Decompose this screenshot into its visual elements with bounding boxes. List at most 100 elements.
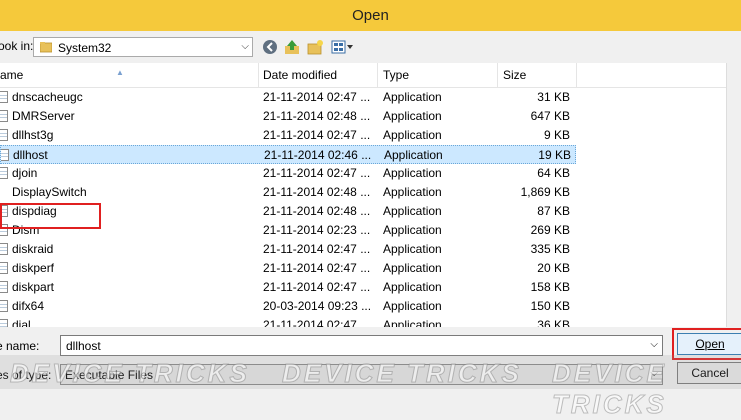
application-file-icon xyxy=(0,281,8,293)
file-row[interactable]: DMRServer 21-11-2014 02:48 ... Applicati… xyxy=(0,107,576,126)
look-in-label: ook in: xyxy=(0,39,34,53)
file-type: Application xyxy=(383,204,442,218)
file-size: 269 KB xyxy=(530,223,570,237)
new-folder-icon[interactable] xyxy=(307,39,323,55)
application-file-icon xyxy=(0,110,8,122)
file-row[interactable]: diskraid 21-11-2014 02:47 ... Applicatio… xyxy=(0,240,576,259)
file-size: 36 KB xyxy=(537,318,570,327)
file-name: diskraid xyxy=(12,242,54,256)
file-type: Application xyxy=(384,148,443,162)
file-row[interactable]: diskperf 21-11-2014 02:47 ... Applicatio… xyxy=(0,259,576,278)
file-date: 21-11-2014 02:46 ... xyxy=(264,148,372,162)
column-divider xyxy=(576,63,577,87)
column-header-name[interactable]: ame xyxy=(0,68,23,82)
file-date: 21-11-2014 02:48 ... xyxy=(263,109,371,123)
file-name: djoin xyxy=(12,166,38,180)
file-type: Application xyxy=(383,299,442,313)
column-divider xyxy=(258,63,259,87)
file-name: diskpart xyxy=(12,280,55,294)
application-file-icon xyxy=(0,319,8,327)
application-file-icon xyxy=(0,262,8,274)
file-row-selected[interactable]: dllhost 21-11-2014 02:46 ... Application… xyxy=(0,145,576,164)
column-header-date[interactable]: Date modified xyxy=(263,68,337,82)
chevron-down-icon: ⌵ xyxy=(241,41,249,52)
view-menu-icon[interactable] xyxy=(331,39,355,55)
file-type: Application xyxy=(383,318,442,327)
column-header-type[interactable]: Type xyxy=(383,68,409,82)
column-divider xyxy=(377,63,378,87)
file-date: 21-11-2014 02:47 ... xyxy=(263,318,371,327)
file-size: 87 KB xyxy=(537,204,570,218)
chevron-down-icon[interactable]: ⌵ xyxy=(650,339,658,350)
window-title-bar: Open xyxy=(0,0,741,31)
sort-indicator-icon: ▲ xyxy=(116,68,124,77)
file-name-field[interactable]: ⌵ xyxy=(60,335,663,356)
file-list[interactable]: ▲ ame Date modified Type Size dnscacheug… xyxy=(0,63,741,327)
file-size: 20 KB xyxy=(537,261,570,275)
file-date: 21-11-2014 02:47 ... xyxy=(263,90,371,104)
application-file-icon xyxy=(0,129,8,141)
file-name: dllhst3g xyxy=(12,128,54,142)
window-title: Open xyxy=(352,7,389,24)
file-date: 21-11-2014 02:48 ... xyxy=(263,185,371,199)
file-date: 21-11-2014 02:47 ... xyxy=(263,242,371,256)
watermark-text: DEVICE TRICKS xyxy=(552,358,667,420)
application-file-icon xyxy=(0,243,8,255)
folder-icon xyxy=(40,42,52,53)
file-date: 21-11-2014 02:48 ... xyxy=(263,204,371,218)
file-type: Application xyxy=(383,242,442,256)
file-date: 21-11-2014 02:47 ... xyxy=(263,128,371,142)
file-size: 647 KB xyxy=(530,109,570,123)
file-size: 19 KB xyxy=(538,148,571,162)
up-folder-icon[interactable] xyxy=(284,39,300,55)
look-in-dropdown[interactable]: System32 ⌵ xyxy=(33,37,253,57)
application-file-icon xyxy=(0,300,8,312)
file-date: 20-03-2014 09:23 ... xyxy=(263,299,372,313)
watermark-text: DEVICE TRICKS xyxy=(10,358,250,389)
file-name: diskperf xyxy=(12,261,55,275)
application-file-icon xyxy=(0,91,8,103)
file-row[interactable]: DisplaySwitch 21-11-2014 02:48 ... Appli… xyxy=(0,183,576,202)
file-type: Application xyxy=(383,109,442,123)
file-name: difx64 xyxy=(12,299,45,313)
list-header: ▲ ame Date modified Type Size xyxy=(0,63,741,88)
vertical-scrollbar[interactable] xyxy=(726,63,741,327)
file-date: 21-11-2014 02:23 ... xyxy=(263,223,371,237)
file-type: Application xyxy=(383,223,442,237)
file-type: Application xyxy=(383,90,442,104)
file-date: 21-11-2014 02:47 ... xyxy=(263,166,371,180)
file-row[interactable]: diskpart 21-11-2014 02:47 ... Applicatio… xyxy=(0,278,576,297)
file-row[interactable]: dllhst3g 21-11-2014 02:47 ... Applicatio… xyxy=(0,126,576,145)
file-size: 9 KB xyxy=(543,128,570,142)
highlight-box-filename xyxy=(0,203,101,229)
file-size: 335 KB xyxy=(530,242,570,256)
file-type: Application xyxy=(383,280,442,294)
file-row[interactable]: dnscacheugc 21-11-2014 02:47 ... Applica… xyxy=(0,88,576,107)
file-size: 158 KB xyxy=(530,280,570,294)
file-row[interactable]: dial 21-11-2014 02:47 ... Application 36… xyxy=(0,316,576,327)
file-name: DMRServer xyxy=(12,109,75,123)
application-file-icon xyxy=(1,149,9,161)
column-divider xyxy=(497,63,498,87)
look-in-value: System32 xyxy=(58,41,112,55)
file-size: 150 KB xyxy=(530,299,570,313)
file-size: 64 KB xyxy=(537,166,570,180)
file-type: Application xyxy=(383,261,442,275)
file-date: 21-11-2014 02:47 ... xyxy=(263,261,371,275)
look-in-row: ook in: System32 ⌵ xyxy=(0,31,741,62)
application-file-icon xyxy=(0,167,8,179)
column-header-size[interactable]: Size xyxy=(503,68,526,82)
back-icon[interactable] xyxy=(262,39,278,55)
file-type: Application xyxy=(383,185,442,199)
file-type: Application xyxy=(383,128,442,142)
watermark-text: DEVICE TRICKS xyxy=(282,358,522,389)
file-row[interactable]: difx64 20-03-2014 09:23 ... Application … xyxy=(0,297,576,316)
file-name: dllhost xyxy=(13,148,48,162)
file-date: 21-11-2014 02:47 ... xyxy=(263,280,371,294)
file-name: dial xyxy=(12,318,31,327)
file-name: DisplaySwitch xyxy=(12,185,87,199)
file-row[interactable]: djoin 21-11-2014 02:47 ... Application 6… xyxy=(0,164,576,183)
file-size: 31 KB xyxy=(537,90,570,104)
file-type: Application xyxy=(383,166,442,180)
file-name-input[interactable] xyxy=(64,338,638,354)
